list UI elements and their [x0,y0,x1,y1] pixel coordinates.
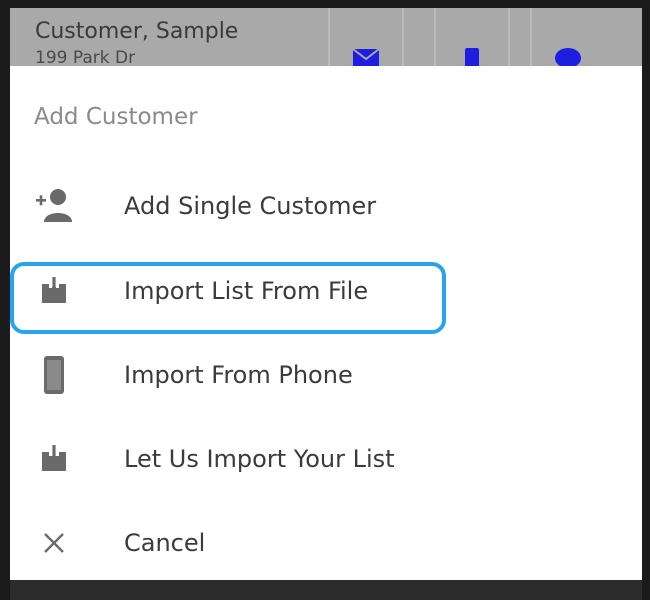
customer-address: 199 Park Dr [35,48,136,68]
message-button[interactable] [530,8,604,68]
menu-item-label: Cancel [124,529,206,557]
download-tray-icon [34,439,74,479]
smartphone-icon [34,355,74,395]
call-button[interactable] [434,8,508,72]
menu-item-label: Add Single Customer [124,192,377,220]
selection-highlight [10,262,446,334]
menu-item-let-us-import-your-list[interactable]: Let Us Import Your List [10,424,642,494]
row-divider [402,8,404,66]
menu-item-label: Let Us Import Your List [124,445,395,473]
close-icon [34,523,74,563]
add-customer-sheet: Add Customer Add Single Customer Import … [10,66,642,580]
mail-icon [352,48,380,67]
customer-name: Customer, Sample [35,19,239,44]
bottom-bar [10,580,642,600]
app-frame: Customer, Sample 199 Park Dr Add Custome… [0,0,650,600]
menu-item-import-from-phone[interactable]: Import From Phone [10,340,642,410]
sheet-title: Add Customer [34,104,198,130]
add-person-icon [34,186,74,226]
menu-item-label: Import From Phone [124,361,353,389]
menu-item-add-single-customer[interactable]: Add Single Customer [10,171,642,241]
row-divider [508,8,510,66]
menu-item-cancel[interactable]: Cancel [10,508,642,578]
email-button[interactable] [328,8,402,67]
